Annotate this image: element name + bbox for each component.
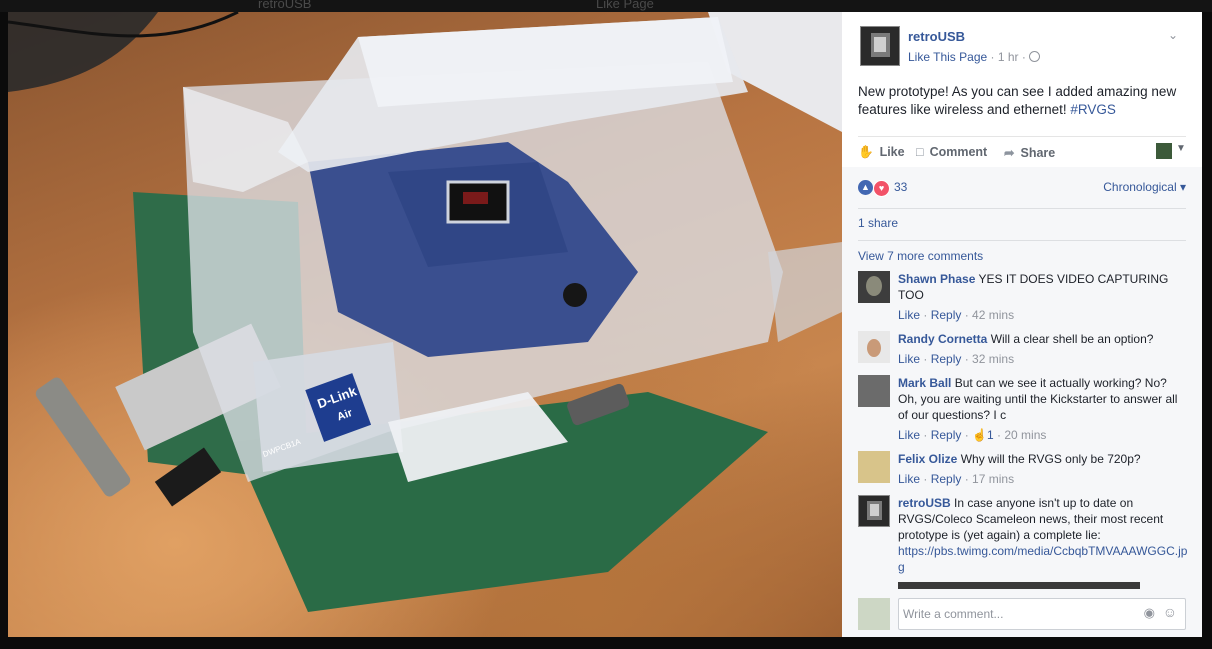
- backdrop-page-name: retroUSB: [258, 0, 312, 11]
- comment-item: Shawn Phase YES IT DOES VIDEO CAPTURING …: [858, 271, 1188, 323]
- chevron-down-icon[interactable]: ⌄: [1168, 28, 1178, 42]
- globe-icon: [1029, 51, 1041, 62]
- share-label: Share: [1020, 146, 1056, 160]
- post-actions: ✋ Like □ Comment ➦ Share ▼: [858, 136, 1186, 167]
- backdrop-bar: retroUSB Like Page: [0, 0, 1212, 12]
- sort-dropdown[interactable]: Chronological ▾: [1103, 180, 1186, 194]
- comment-likes[interactable]: ☝1: [972, 428, 994, 442]
- post-photo[interactable]: D-Link Air DWPCB1A: [8, 12, 842, 637]
- avatar[interactable]: [858, 331, 890, 363]
- divider: [858, 208, 1186, 209]
- divider: [858, 240, 1186, 241]
- viewer-avatar[interactable]: [1156, 143, 1172, 159]
- post-meta: Like This Page · 1 hr ·: [908, 50, 1041, 64]
- reactions-row: ▲ ♥ 33 Chronological ▾: [858, 179, 1186, 199]
- comment-button[interactable]: □ Comment: [916, 145, 987, 159]
- post-time[interactable]: 1 hr: [998, 50, 1019, 64]
- camera-icon[interactable]: ◉: [1144, 605, 1155, 621]
- comment-like-link[interactable]: Like: [898, 472, 920, 486]
- commenter-name[interactable]: Felix Olize: [898, 452, 957, 466]
- sort-label: Chronological: [1103, 180, 1177, 194]
- post-panel: retroUSB Like This Page · 1 hr · ⌄ New p…: [842, 12, 1202, 637]
- avatar: [858, 598, 890, 630]
- comment-like-link[interactable]: Like: [898, 352, 920, 366]
- comment-reply-link[interactable]: Reply: [931, 428, 962, 442]
- view-more-comments-link[interactable]: View 7 more comments: [858, 249, 983, 263]
- comment-like-count: 1: [987, 428, 994, 442]
- comment-reply-link[interactable]: Reply: [931, 308, 962, 322]
- avatar[interactable]: [858, 495, 890, 527]
- comment-item: Felix Olize Why will the RVGS only be 72…: [858, 451, 1188, 491]
- avatar[interactable]: [858, 375, 890, 407]
- comment-time[interactable]: 20 mins: [1004, 428, 1046, 442]
- comment-link[interactable]: https://pbs.twimg.com/media/CcbqbTMVAAAW…: [898, 543, 1188, 575]
- emoji-icon[interactable]: ☺: [1163, 604, 1177, 620]
- comment-composer: Write a comment... ◉ ☺: [858, 598, 1188, 630]
- comment-text: Will a clear shell be an option?: [990, 332, 1154, 346]
- comment-item: retroUSB In case anyone isn't up to date…: [858, 495, 1188, 579]
- commenter-name[interactable]: retroUSB: [898, 496, 951, 510]
- shares-link[interactable]: 1 share: [858, 216, 898, 230]
- comment-input[interactable]: Write a comment... ◉ ☺: [898, 598, 1186, 630]
- audience-dropdown-icon[interactable]: ▼: [1176, 143, 1186, 154]
- link-preview-image[interactable]: [898, 582, 1140, 589]
- page-name-link[interactable]: retroUSB: [908, 29, 965, 44]
- avatar[interactable]: [858, 451, 890, 483]
- like-this-page-link[interactable]: Like This Page: [908, 50, 987, 64]
- avatar[interactable]: [858, 271, 890, 303]
- comment-like-link[interactable]: Like: [898, 308, 920, 322]
- share-icon: ➦: [1004, 146, 1015, 160]
- comment-time[interactable]: 42 mins: [972, 308, 1014, 322]
- comment-reply-link[interactable]: Reply: [931, 472, 962, 486]
- comment-like-link[interactable]: Like: [898, 428, 920, 442]
- reaction-count[interactable]: 33: [894, 180, 907, 194]
- comment-item: Randy Cornetta Will a clear shell be an …: [858, 331, 1188, 371]
- post-body: New prototype! As you can see I added am…: [858, 84, 1177, 117]
- commenter-name[interactable]: Randy Cornetta: [898, 332, 987, 346]
- comment-text: Why will the RVGS only be 720p?: [960, 452, 1141, 466]
- page-avatar[interactable]: [860, 26, 900, 66]
- love-icon[interactable]: ♥: [873, 180, 890, 197]
- comment-label: Comment: [929, 145, 988, 159]
- share-button[interactable]: ➦ Share: [1004, 145, 1055, 160]
- like-reaction-icon[interactable]: ▲: [858, 180, 873, 195]
- photo-illustration: D-Link Air DWPCB1A: [8, 12, 842, 612]
- comment-reply-link[interactable]: Reply: [931, 352, 962, 366]
- like-icon: ✋: [858, 145, 874, 159]
- post-text: New prototype! As you can see I added am…: [858, 83, 1188, 119]
- hashtag-link[interactable]: #RVGS: [1070, 102, 1116, 117]
- like-icon: ☝: [972, 428, 987, 442]
- comment-time[interactable]: 32 mins: [972, 352, 1014, 366]
- commenter-name[interactable]: Mark Ball: [898, 376, 951, 390]
- commenter-name[interactable]: Shawn Phase: [898, 272, 975, 286]
- like-button[interactable]: ✋ Like: [858, 145, 905, 160]
- like-label: Like: [879, 145, 905, 159]
- comment-input-placeholder: Write a comment...: [903, 607, 1004, 621]
- comment-item: Mark Ball But can we see it actually wor…: [858, 375, 1188, 445]
- backdrop-like-page: Like Page: [596, 0, 654, 11]
- comment-time[interactable]: 17 mins: [972, 472, 1014, 486]
- comment-icon: □: [916, 145, 924, 159]
